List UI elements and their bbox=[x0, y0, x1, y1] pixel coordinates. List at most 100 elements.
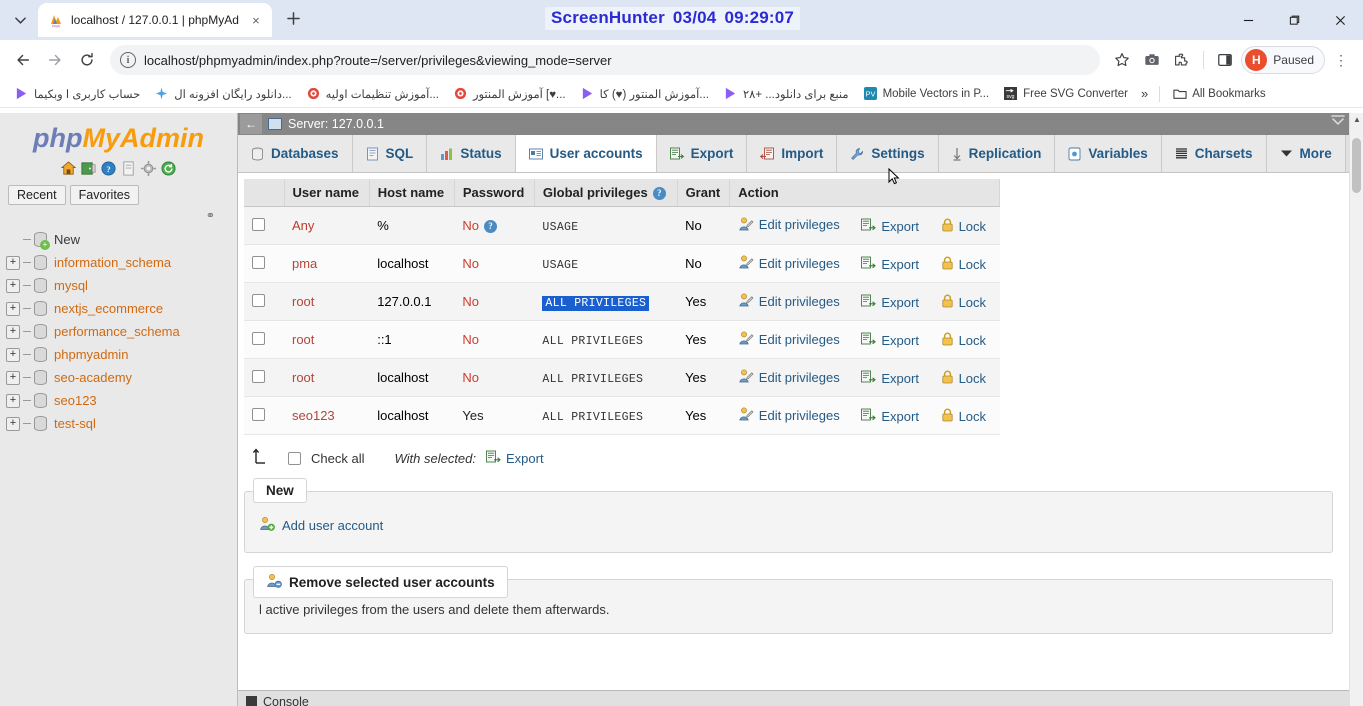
browser-menu-icon[interactable]: ⋮ bbox=[1327, 46, 1355, 74]
help-icon[interactable]: ? bbox=[484, 220, 498, 234]
tab-export[interactable]: Export bbox=[656, 135, 748, 172]
th-global-privileges[interactable]: Global privileges? bbox=[534, 179, 678, 208]
cell-user-name[interactable]: root bbox=[284, 320, 370, 360]
bookmark-item[interactable]: دانلود رایگان افزونه ال... bbox=[148, 84, 297, 103]
bookmark-item[interactable]: svg Free SVG Converter bbox=[997, 84, 1134, 103]
bookmark-item[interactable]: آموزش تنظیمات اولیه... bbox=[300, 84, 445, 103]
edit-privileges-link[interactable]: Edit privileges bbox=[738, 406, 840, 425]
new-tab-button[interactable] bbox=[280, 5, 308, 33]
row-checkbox[interactable] bbox=[252, 369, 265, 383]
check-all-label[interactable]: Check all bbox=[311, 451, 364, 466]
tab-sql[interactable]: SQL bbox=[352, 135, 428, 172]
edit-privileges-link[interactable]: Edit privileges bbox=[738, 292, 840, 311]
bulk-export-button[interactable]: Export bbox=[486, 450, 544, 467]
add-user-account-link[interactable]: Add user account bbox=[259, 516, 383, 534]
minimize-button[interactable] bbox=[1225, 0, 1271, 40]
help-icon[interactable]: ? bbox=[652, 187, 666, 201]
lock-link[interactable]: Lock bbox=[941, 408, 986, 425]
db-tree-item-information-schema[interactable]: + information_schema bbox=[6, 251, 237, 274]
profile-chip[interactable]: H Paused bbox=[1241, 46, 1325, 74]
sidebar-tab-favorites[interactable]: Favorites bbox=[69, 185, 140, 205]
row-checkbox-cell[interactable] bbox=[244, 396, 284, 436]
tab-user-accounts[interactable]: User accounts bbox=[515, 135, 657, 172]
tree-expander-icon[interactable]: + bbox=[6, 301, 20, 316]
lock-link[interactable]: Lock bbox=[941, 370, 986, 387]
row-checkbox[interactable] bbox=[252, 217, 265, 231]
tree-expander-icon[interactable]: + bbox=[6, 324, 20, 339]
chain-link-icon[interactable]: ⚭ bbox=[206, 209, 215, 222]
tree-expander-icon[interactable]: + bbox=[6, 370, 20, 385]
table-row[interactable]: pma localhost No USAGE No Edit privilege… bbox=[244, 244, 1000, 284]
edit-privileges-link[interactable]: Edit privileges bbox=[738, 330, 840, 349]
scrollbar-thumb[interactable] bbox=[1352, 138, 1361, 193]
row-checkbox-cell[interactable] bbox=[244, 244, 284, 284]
row-checkbox-cell[interactable] bbox=[244, 320, 284, 360]
db-tree-item-performance-schema[interactable]: + performance_schema bbox=[6, 320, 237, 343]
db-tree-item-nextjs-ecommerce[interactable]: + nextjs_ecommerce bbox=[6, 297, 237, 320]
refresh-icon[interactable] bbox=[160, 160, 177, 177]
row-checkbox[interactable] bbox=[252, 331, 265, 345]
lock-link[interactable]: Lock bbox=[941, 332, 986, 349]
main-scrollbar[interactable]: ▲ bbox=[1349, 113, 1363, 706]
row-checkbox-cell[interactable] bbox=[244, 206, 284, 246]
export-link[interactable]: Export bbox=[861, 294, 919, 311]
side-panel-icon[interactable] bbox=[1211, 46, 1239, 74]
row-checkbox-cell[interactable] bbox=[244, 358, 284, 398]
cell-user-name[interactable]: root bbox=[284, 358, 370, 398]
home-icon[interactable] bbox=[60, 160, 77, 177]
row-checkbox[interactable] bbox=[252, 407, 265, 421]
help-icon[interactable]: ? bbox=[100, 160, 117, 177]
tree-expander-icon[interactable]: + bbox=[6, 416, 20, 431]
tree-expander-icon[interactable]: + bbox=[6, 278, 20, 293]
row-checkbox[interactable] bbox=[252, 255, 265, 269]
tree-expander-icon[interactable]: + bbox=[6, 347, 20, 362]
tab-replication[interactable]: Replication bbox=[938, 135, 1056, 172]
export-link[interactable]: Export bbox=[861, 408, 919, 425]
browser-tab[interactable]: PMA localhost / 127.0.0.1 | phpMyAd × bbox=[38, 3, 272, 37]
bookmark-item[interactable]: حساب کاربری ا وبکیما bbox=[8, 84, 146, 103]
export-link[interactable]: Export bbox=[861, 218, 919, 235]
remove-fieldset-legend[interactable]: Remove selected user accounts bbox=[253, 566, 508, 599]
site-info-icon[interactable]: i bbox=[120, 52, 136, 68]
th-host-name[interactable]: Host name bbox=[369, 179, 455, 208]
all-bookmarks-button[interactable]: All Bookmarks bbox=[1166, 84, 1272, 103]
phpmyadmin-logo[interactable]: phpMyAdmin bbox=[0, 113, 237, 154]
close-icon[interactable]: × bbox=[246, 10, 266, 30]
export-link[interactable]: Export bbox=[861, 370, 919, 387]
bookmark-item[interactable]: آموزش المنتور (♥) کا... bbox=[574, 84, 715, 103]
row-checkbox-cell[interactable] bbox=[244, 282, 284, 322]
tab-status[interactable]: Status bbox=[427, 135, 516, 172]
edit-privileges-link[interactable]: Edit privileges bbox=[738, 216, 840, 232]
table-row[interactable]: root localhost No ALL PRIVILEGES Yes Edi… bbox=[244, 358, 1000, 398]
db-tree-item-seo-academy[interactable]: + seo-academy bbox=[6, 366, 237, 389]
window-close-button[interactable] bbox=[1317, 0, 1363, 40]
server-exit-icon[interactable] bbox=[80, 160, 97, 177]
tab-databases[interactable]: Databases bbox=[238, 135, 353, 172]
lock-link[interactable]: Lock bbox=[941, 256, 986, 273]
table-row[interactable]: root ::1 No ALL PRIVILEGES Yes Edit priv… bbox=[244, 320, 1000, 360]
tab-charsets[interactable]: Charsets bbox=[1161, 135, 1267, 172]
cell-user-name[interactable]: root bbox=[284, 282, 370, 322]
settings-gear-icon[interactable] bbox=[140, 160, 157, 177]
scroll-up-icon[interactable]: ▲ bbox=[1353, 115, 1361, 124]
db-tree-item-new[interactable]: New bbox=[6, 228, 237, 251]
table-row[interactable]: root 127.0.0.1 No ALL PRIVILEGES Yes Edi… bbox=[244, 282, 1000, 322]
row-checkbox[interactable] bbox=[252, 293, 265, 307]
tree-expander-icon[interactable]: + bbox=[6, 393, 20, 408]
check-all-checkbox[interactable] bbox=[288, 451, 301, 465]
bookmark-star-icon[interactable] bbox=[1108, 46, 1136, 74]
table-row[interactable]: Any % No? USAGE No Edit privileges Expor… bbox=[244, 206, 1000, 246]
tab-import[interactable]: Import bbox=[747, 135, 838, 172]
tree-expander-icon[interactable]: + bbox=[6, 255, 20, 270]
export-link[interactable]: Export bbox=[861, 256, 919, 273]
db-tree-item-seo123[interactable]: + seo123 bbox=[6, 389, 237, 412]
tab-search-button[interactable] bbox=[6, 6, 34, 34]
cell-user-name[interactable]: Any bbox=[284, 206, 370, 246]
tab-variables[interactable]: Variables bbox=[1055, 135, 1162, 172]
lock-link[interactable]: Lock bbox=[941, 294, 986, 311]
camera-icon[interactable] bbox=[1138, 46, 1166, 74]
bookmark-item[interactable]: منبع برای دانلود... +۲۸ bbox=[717, 84, 855, 103]
th-user-name[interactable]: User name bbox=[284, 179, 370, 208]
bookmark-item[interactable]: PV Mobile Vectors in P... bbox=[857, 84, 996, 103]
collapse-icon[interactable] bbox=[1331, 115, 1345, 130]
